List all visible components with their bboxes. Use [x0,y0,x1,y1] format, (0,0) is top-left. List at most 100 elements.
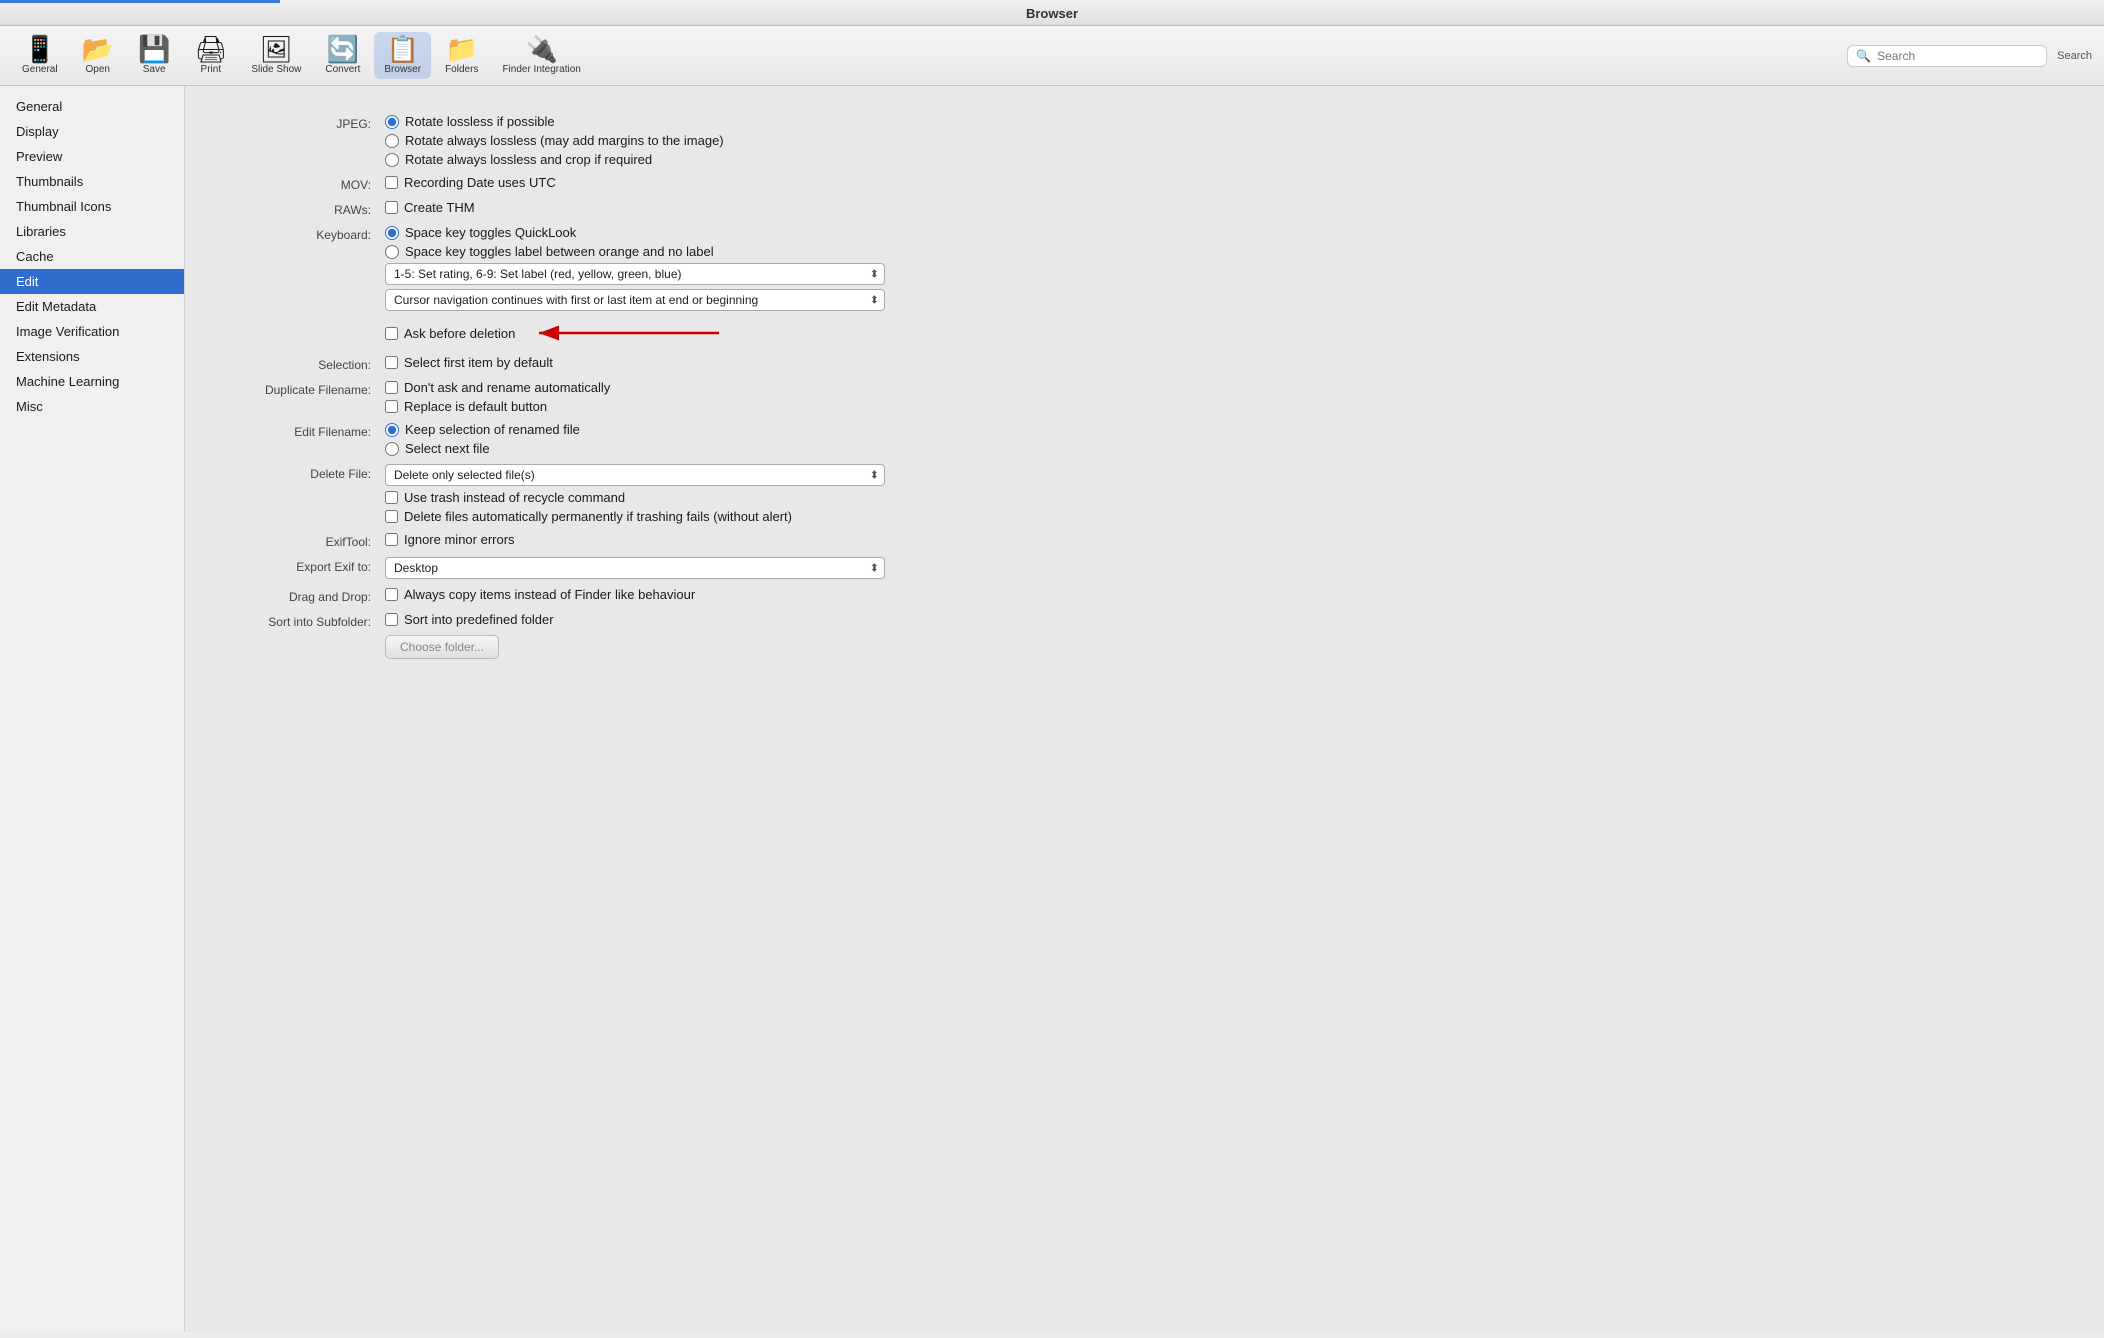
toolbar-slideshow[interactable]: 🖼 Slide Show [241,32,311,79]
selection-setting-row: Selection: Select first item by default [225,355,1025,372]
finder-icon: 🔌 [525,36,557,62]
progress-bar [0,0,280,3]
exiftool-controls: Ignore minor errors [385,532,1025,547]
sidebar-item-edit-metadata[interactable]: Edit Metadata [0,294,184,319]
sidebar-item-thumbnail-icons[interactable]: Thumbnail Icons [0,194,184,219]
toolbar-browser[interactable]: 📋 Browser [374,32,431,79]
convert-icon: 🔄 [327,36,359,62]
keyboard-rating-dropdown[interactable]: 1-5: Set rating, 6-9: Set label (red, ye… [385,263,885,285]
delete-file-dropdown[interactable]: Delete only selected file(s) [385,464,885,486]
toolbar: 📱 General 📂 Open 💾 Save 🖨 Print 🖼 Slide … [0,26,2104,86]
search-box[interactable]: 🔍 [1847,45,2047,67]
sidebar-item-display[interactable]: Display [0,119,184,144]
toolbar-slideshow-label: Slide Show [251,64,301,75]
selection-controls: Select first item by default [385,355,1025,370]
keyboard-label-radio[interactable] [385,245,399,259]
sidebar-item-preview[interactable]: Preview [0,144,184,169]
drag-drop-checkbox-row: Always copy items instead of Finder like… [385,587,1025,602]
jpeg-setting-row: JPEG: Rotate lossless if possible Rotate… [225,114,1025,167]
deletion-controls: Ask before deletion [385,319,1025,347]
slideshow-icon: 🖼 [260,36,293,62]
toolbar-open[interactable]: 📂 Open [72,32,124,79]
export-exif-dropdown[interactable]: Desktop [385,557,885,579]
keyboard-radio-1: Space key toggles QuickLook [385,225,1025,240]
exiftool-ignore-checkbox[interactable] [385,533,398,546]
toolbar-folders[interactable]: 📁 Folders [435,32,488,79]
keyboard-cursor-dropdown[interactable]: Cursor navigation continues with first o… [385,289,885,311]
drag-drop-label: Drag and Drop: [225,587,385,604]
selection-first-label: Select first item by default [404,355,553,370]
keyboard-dropdown-2-wrapper: Cursor navigation continues with first o… [385,289,885,311]
drag-drop-copy-label: Always copy items instead of Finder like… [404,587,695,602]
search-icon: 🔍 [1856,49,1871,63]
raws-thm-checkbox[interactable] [385,201,398,214]
search-input[interactable] [1877,49,2038,63]
delete-file-controls: Delete only selected file(s) Use trash i… [385,464,1025,524]
sidebar-item-extensions[interactable]: Extensions [0,344,184,369]
jpeg-rotate-always-label: Rotate always lossless (may add margins … [405,133,724,148]
sort-subfolder-setting-row: Sort into Subfolder: Sort into predefine… [225,612,1025,659]
delete-auto-checkbox[interactable] [385,510,398,523]
toolbar-general[interactable]: 📱 General [12,32,68,79]
sort-subfolder-checkbox-row: Sort into predefined folder [385,612,1025,627]
sidebar-item-image-verification[interactable]: Image Verification [0,319,184,344]
toolbar-convert[interactable]: 🔄 Convert [315,32,370,79]
jpeg-rotate-always-radio[interactable] [385,134,399,148]
toolbar-save-label: Save [143,64,166,75]
toolbar-print-label: Print [201,64,222,75]
deletion-setting-row: Ask before deletion [225,319,1025,347]
sidebar-item-general[interactable]: General [0,94,184,119]
duplicate-replace-checkbox[interactable] [385,400,398,413]
jpeg-rotate-crop-radio[interactable] [385,153,399,167]
sidebar-item-cache[interactable]: Cache [0,244,184,269]
sidebar-item-machine-learning[interactable]: Machine Learning [0,369,184,394]
ask-deletion-checkbox[interactable] [385,327,398,340]
duplicate-rename-checkbox[interactable] [385,381,398,394]
sidebar-item-libraries[interactable]: Libraries [0,219,184,244]
edit-filename-next-radio[interactable] [385,442,399,456]
keyboard-quicklook-radio[interactable] [385,226,399,240]
folders-icon: 📁 [446,36,478,62]
export-exif-dropdown-wrapper: Desktop [385,557,885,579]
toolbar-finder[interactable]: 🔌 Finder Integration [492,32,590,79]
keyboard-setting-row: Keyboard: Space key toggles QuickLook Sp… [225,225,1025,311]
sidebar-item-thumbnails[interactable]: Thumbnails [0,169,184,194]
toolbar-convert-label: Convert [325,64,360,75]
sidebar-item-edit[interactable]: Edit [0,269,184,294]
keyboard-label: Keyboard: [225,225,385,242]
toolbar-general-label: General [22,64,58,75]
mov-utc-checkbox[interactable] [385,176,398,189]
jpeg-rotate-lossless-label: Rotate lossless if possible [405,114,555,129]
sort-subfolder-checkbox[interactable] [385,613,398,626]
toolbar-save[interactable]: 💾 Save [128,32,180,79]
delete-file-setting-row: Delete File: Delete only selected file(s… [225,464,1025,524]
mov-setting-row: MOV: Recording Date uses UTC [225,175,1025,192]
mov-checkbox-row: Recording Date uses UTC [385,175,1025,190]
raws-checkbox-row: Create THM [385,200,1025,215]
ask-deletion-label: Ask before deletion [404,326,515,341]
sidebar-item-misc[interactable]: Misc [0,394,184,419]
edit-filename-keep-radio[interactable] [385,423,399,437]
duplicate-replace-label: Replace is default button [404,399,547,414]
edit-filename-controls: Keep selection of renamed file Select ne… [385,422,1025,456]
print-icon: 🖨 [194,36,227,62]
jpeg-label: JPEG: [225,114,385,131]
raws-setting-row: RAWs: Create THM [225,200,1025,217]
sort-subfolder-label: Sort into Subfolder: [225,612,385,629]
settings-section: JPEG: Rotate lossless if possible Rotate… [225,114,1025,659]
jpeg-rotate-lossless-radio[interactable] [385,115,399,129]
duplicate-checkbox-1: Don't ask and rename automatically [385,380,1025,395]
selection-first-checkbox[interactable] [385,356,398,369]
duplicate-label: Duplicate Filename: [225,380,385,397]
export-exif-controls: Desktop [385,557,1025,579]
choose-folder-button[interactable]: Choose folder... [385,635,499,659]
drag-drop-copy-checkbox[interactable] [385,588,398,601]
browser-icon: 📋 [387,36,419,62]
duplicate-setting-row: Duplicate Filename: Don't ask and rename… [225,380,1025,414]
mov-label: MOV: [225,175,385,192]
delete-trash-checkbox[interactable] [385,491,398,504]
delete-trash-row: Use trash instead of recycle command [385,490,1025,505]
toolbar-print[interactable]: 🖨 Print [184,32,237,79]
toolbar-folders-label: Folders [445,64,478,75]
mov-controls: Recording Date uses UTC [385,175,1025,190]
